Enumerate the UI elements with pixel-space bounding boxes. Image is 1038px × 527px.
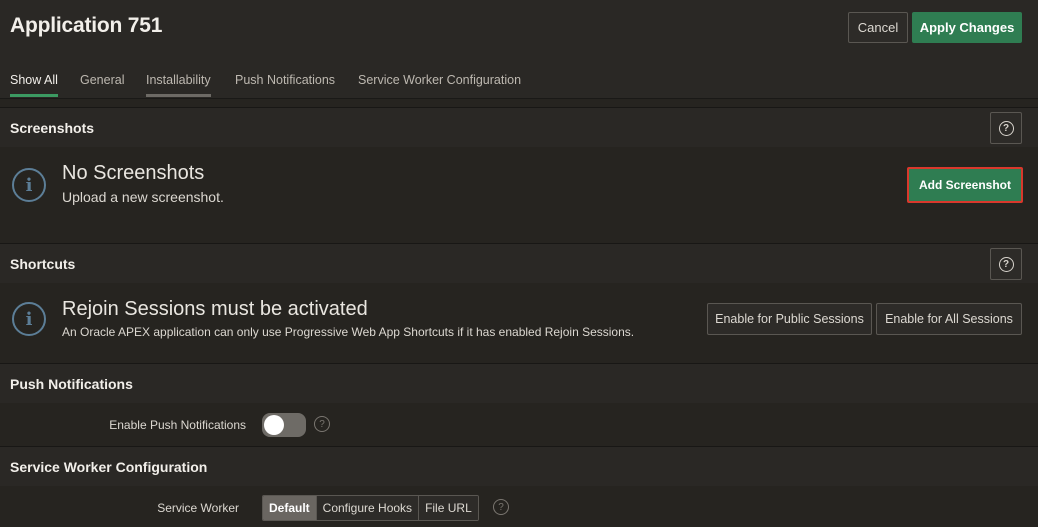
help-icon[interactable]: ? bbox=[314, 416, 330, 432]
rejoin-sessions-title: Rejoin Sessions must be activated bbox=[62, 298, 368, 320]
section-title: Screenshots bbox=[10, 120, 95, 136]
tab-active-indicator bbox=[10, 94, 58, 97]
enable-all-sessions-button[interactable]: Enable for All Sessions bbox=[876, 303, 1022, 335]
page-header: Application 751 Cancel Apply Changes Sho… bbox=[0, 0, 1038, 99]
screenshots-help-button[interactable]: ? bbox=[990, 112, 1022, 144]
help-icon[interactable]: ? bbox=[493, 499, 509, 515]
tab-hover-indicator bbox=[146, 94, 211, 97]
shortcuts-help-button[interactable]: ? bbox=[990, 248, 1022, 280]
tab-bar: Show All General Installability Push Not… bbox=[0, 64, 1038, 98]
service-worker-option-default[interactable]: Default bbox=[263, 496, 316, 520]
no-screenshots-title: No Screenshots bbox=[62, 162, 205, 184]
help-icon: ? bbox=[998, 256, 1014, 272]
tab-label: Show All bbox=[10, 73, 58, 87]
info-icon: i bbox=[12, 168, 46, 202]
tab-label: Push Notifications bbox=[235, 73, 336, 87]
rejoin-sessions-subtitle: An Oracle APEX application can only use … bbox=[62, 325, 635, 339]
enable-push-notifications-toggle[interactable] bbox=[262, 413, 306, 437]
page-title: Application 751 bbox=[10, 14, 163, 37]
toggle-knob bbox=[264, 415, 284, 435]
tab-label: Service Worker Configuration bbox=[358, 73, 522, 87]
add-screenshot-button[interactable]: Add Screenshot bbox=[907, 167, 1023, 203]
tab-label: Installability bbox=[146, 73, 211, 87]
service-worker-option-configure-hooks[interactable]: Configure Hooks bbox=[315, 496, 419, 520]
cancel-button[interactable]: Cancel bbox=[848, 12, 908, 43]
help-icon: ? bbox=[998, 120, 1014, 136]
enable-push-notifications-label: Enable Push Notifications bbox=[109, 418, 246, 432]
no-screenshots-subtitle: Upload a new screenshot. bbox=[62, 189, 224, 205]
tab-general[interactable]: General bbox=[80, 64, 124, 98]
push-notifications-section-header: Push Notifications bbox=[0, 363, 1038, 403]
service-worker-radio-group: Default Configure Hooks File URL bbox=[262, 495, 479, 521]
service-worker-section-header: Service Worker Configuration bbox=[0, 446, 1038, 486]
section-title: Shortcuts bbox=[10, 256, 76, 272]
service-worker-label: Service Worker bbox=[157, 501, 239, 515]
section-title: Push Notifications bbox=[10, 376, 133, 392]
tab-installability[interactable]: Installability bbox=[146, 64, 211, 98]
screenshots-section-header: Screenshots ? bbox=[0, 107, 1038, 147]
section-title: Service Worker Configuration bbox=[10, 459, 208, 475]
tab-label: General bbox=[80, 73, 125, 87]
tab-show-all[interactable]: Show All bbox=[10, 64, 58, 98]
service-worker-option-file-url[interactable]: File URL bbox=[418, 496, 478, 520]
tab-service-worker-configuration[interactable]: Service Worker Configuration bbox=[358, 64, 521, 98]
apply-changes-button[interactable]: Apply Changes bbox=[912, 12, 1022, 43]
enable-public-sessions-button[interactable]: Enable for Public Sessions bbox=[707, 303, 872, 335]
shortcuts-section-header: Shortcuts ? bbox=[0, 243, 1038, 283]
info-icon: i bbox=[12, 302, 46, 336]
tab-push-notifications[interactable]: Push Notifications bbox=[235, 64, 335, 98]
